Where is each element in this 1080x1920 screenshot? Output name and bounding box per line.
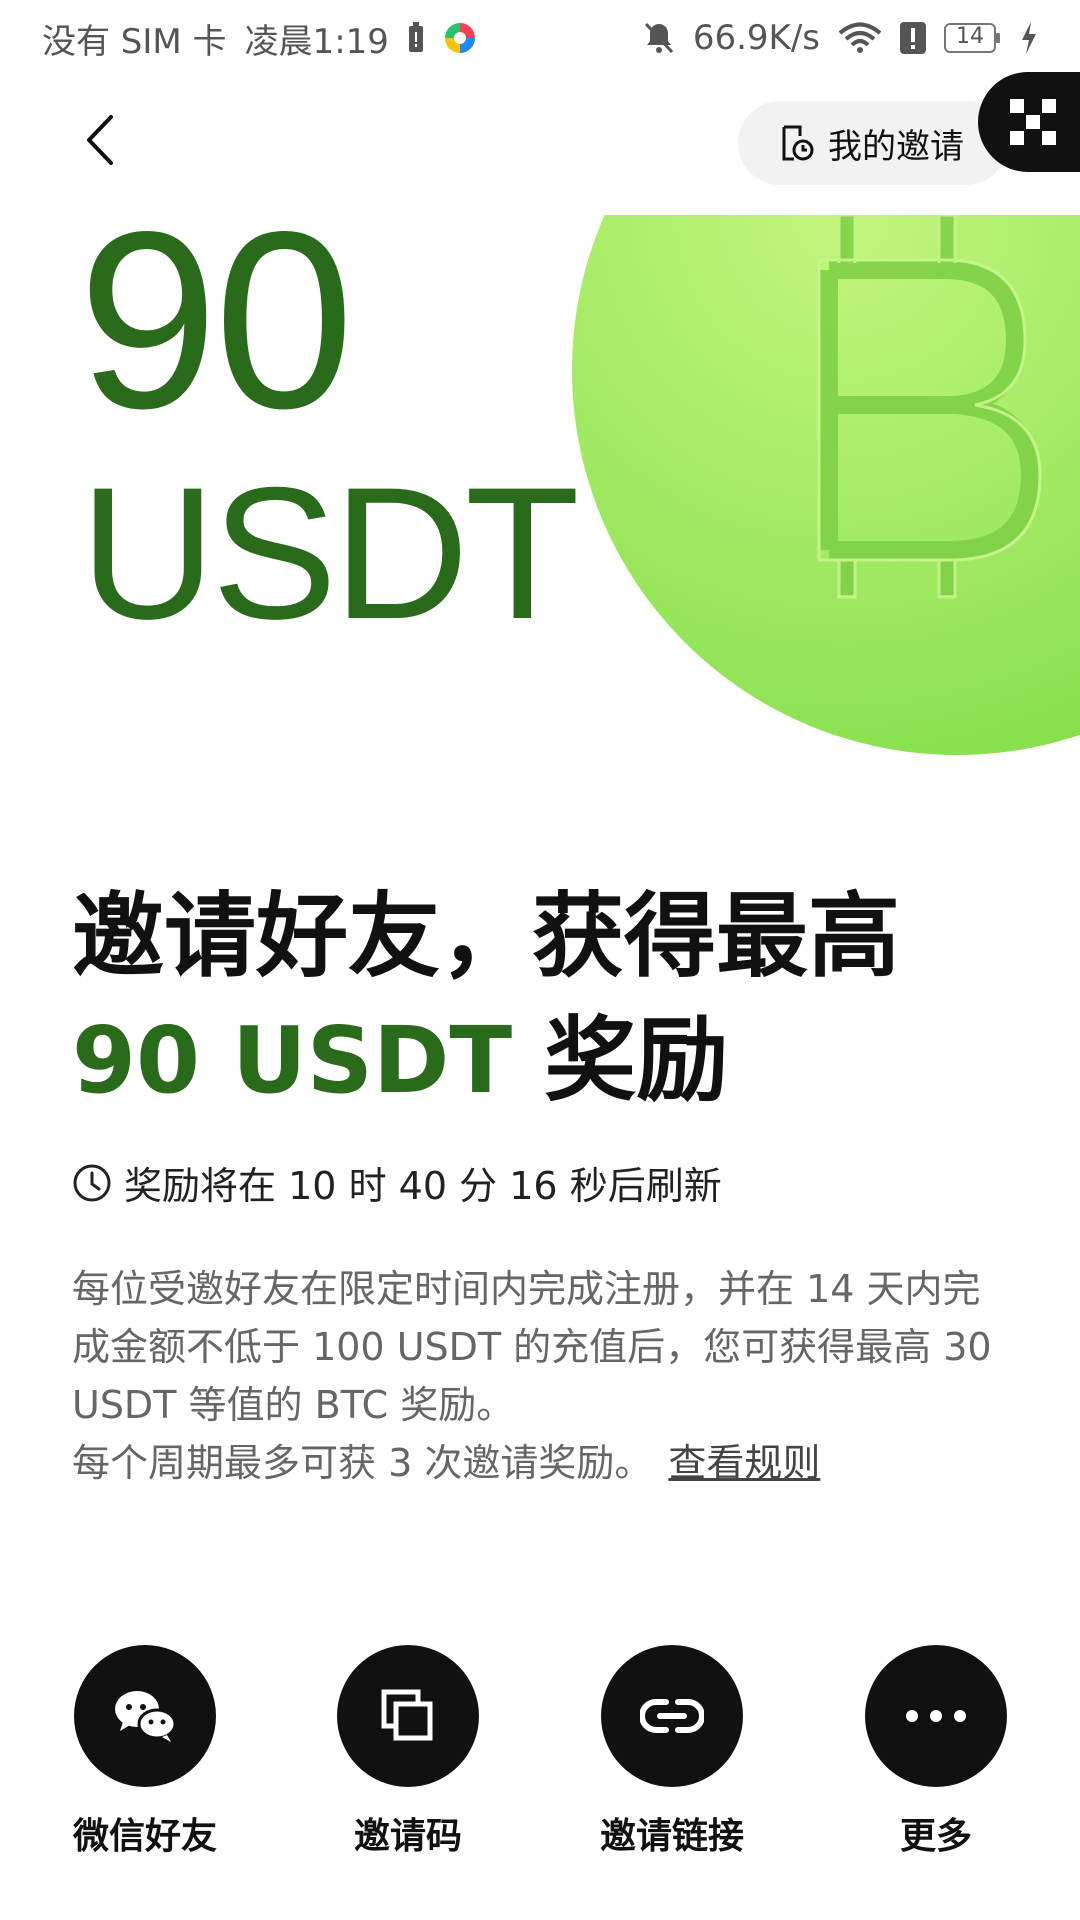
more-icon [906, 1710, 966, 1722]
carrier-text: 没有 SIM 卡 [42, 21, 227, 62]
back-button[interactable] [70, 105, 130, 175]
my-invites-button[interactable]: 我的邀请 [738, 101, 1008, 185]
battery-level-text: 14 [956, 24, 984, 49]
status-bar-right: 66.9K/s 14 [643, 18, 1038, 58]
wechat-icon [115, 1691, 177, 1742]
share-invite-code-label: 邀请码 [353, 1816, 462, 1857]
hero-banner: 90 USDT [0, 215, 1080, 775]
invite-history-icon [780, 124, 814, 162]
page-title: 邀请好友，获得最高 90 USDT 奖励 [72, 875, 1032, 1123]
battery-saver-icon [407, 22, 425, 54]
title-suffix: 奖励 [544, 1007, 729, 1114]
net-speed-text: 66.9K/s [692, 18, 820, 58]
alert-icon [900, 22, 926, 54]
wifi-icon [838, 22, 882, 54]
status-bar: 没有 SIM 卡 凌晨1:19 66.9K/s 14 [0, 0, 1080, 76]
title-line-2: 90 USDT 奖励 [72, 999, 1032, 1123]
share-invite-link-button[interactable]: 邀请链接 [547, 1645, 797, 1859]
share-more-circle [865, 1645, 1007, 1787]
hero-unit: USDT [80, 448, 580, 658]
title-line-1: 邀请好友，获得最高 [72, 883, 901, 990]
okx-logo[interactable] [978, 72, 1080, 172]
title-amount: 90 USDT [72, 1007, 513, 1114]
share-invite-link-circle [601, 1645, 743, 1787]
hero-amount: 90 [78, 215, 354, 461]
view-rules-link[interactable]: 查看规则 [668, 1441, 820, 1485]
my-invites-label: 我的邀请 [828, 126, 964, 167]
link-icon [640, 1699, 704, 1733]
share-invite-code-button[interactable]: 邀请码 [283, 1645, 533, 1859]
chevron-left-icon [87, 115, 113, 165]
reward-countdown: 奖励将在 10 时 40 分 16 秒后刷新 [72, 1155, 722, 1210]
app-logo-icon [443, 21, 477, 55]
share-wechat-label: 微信好友 [72, 1816, 217, 1857]
reward-cycle-text: 每个周期最多可获 3 次邀请奖励。 [72, 1441, 653, 1485]
countdown-text: 奖励将在 10 时 40 分 16 秒后刷新 [124, 1164, 722, 1208]
share-options: 微信好友 邀请码 邀请链接 更多 [0, 1645, 1080, 1857]
mute-bell-icon [643, 21, 675, 55]
bitcoin-icon [817, 215, 1042, 599]
reward-description-text: 每位受邀好友在限定时间内完成注册，并在 14 天内完成金额不低于 100 USD… [72, 1267, 992, 1427]
reward-cycle-line: 每个周期最多可获 3 次邀请奖励。 查看规则 [72, 1434, 1012, 1492]
share-invite-code-circle [337, 1645, 479, 1787]
share-wechat-button[interactable]: 微信好友 [20, 1645, 270, 1859]
share-invite-link-label: 邀请链接 [599, 1816, 744, 1857]
clock-text: 凌晨1:19 [244, 21, 389, 62]
reward-description: 每位受邀好友在限定时间内完成注册，并在 14 天内完成金额不低于 100 USD… [72, 1260, 1012, 1492]
share-more-label: 更多 [899, 1816, 972, 1857]
clock-icon [72, 1163, 112, 1203]
share-more-button[interactable]: 更多 [811, 1645, 1061, 1859]
copy-icon [381, 1689, 433, 1741]
okx-logo-icon [1010, 99, 1056, 145]
share-wechat-circle [74, 1645, 216, 1787]
status-bar-left: 没有 SIM 卡 凌晨1:19 [42, 14, 477, 63]
charging-icon [1020, 22, 1038, 54]
battery-icon: 14 [944, 23, 1002, 53]
